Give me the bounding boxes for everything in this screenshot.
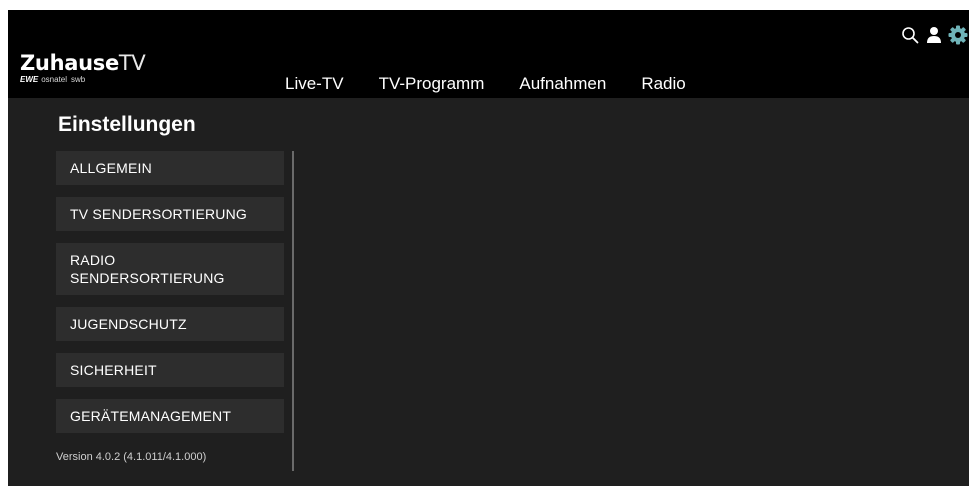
menu-item-tv-sendersortierung[interactable]: TV SENDERSORTIERUNG [56,197,284,231]
main-nav: Live-TV TV-Programm Aufnahmen Radio [285,72,686,96]
nav-item-tv-programm[interactable]: TV-Programm [379,72,485,96]
logo-partner-osnatel: osnatel [41,75,68,84]
app-window: ZuhauseTV EWE osnatel swb Live-TV TV-Progr… [8,10,969,486]
version-label: Version 4.0.2 (4.1.011/4.1.000) [56,451,207,463]
menu-item-jugendschutz[interactable]: JUGENDSCHUTZ [56,307,284,341]
logo-partner-ewe: EWE [20,75,39,84]
settings-menu: ALLGEMEIN TV SENDERSORTIERUNG RADIO SEND… [56,151,284,445]
nav-item-aufnahmen[interactable]: Aufnahmen [519,72,606,96]
brand-logo[interactable]: ZuhauseTV EWE osnatel swb [20,52,146,84]
menu-item-sicherheit[interactable]: SICHERHEIT [56,353,284,387]
menu-divider [292,151,294,471]
menu-item-radio-sendersortierung[interactable]: RADIO SENDERSORTIERUNG [56,243,284,295]
nav-item-live-tv[interactable]: Live-TV [285,72,344,96]
menu-item-geraetemanagement[interactable]: GERÄTEMANAGEMENT [56,399,284,433]
logo-partner-swb: swb [71,75,86,84]
search-icon[interactable] [899,24,921,46]
top-bar: ZuhauseTV EWE osnatel swb Live-TV TV-Progr… [8,10,969,98]
toolbar-icons [897,24,969,46]
page-title: Einstellungen [58,113,196,136]
menu-item-allgemein[interactable]: ALLGEMEIN [56,151,284,185]
gear-icon[interactable] [947,24,969,46]
logo-name-light: TV [118,51,146,75]
user-icon[interactable] [923,24,945,46]
nav-item-radio[interactable]: Radio [641,72,685,96]
logo-name-bold: Zuhause [20,51,119,75]
logo-wordmark: ZuhauseTV [20,52,146,74]
logo-partners: EWE osnatel swb [20,75,146,84]
